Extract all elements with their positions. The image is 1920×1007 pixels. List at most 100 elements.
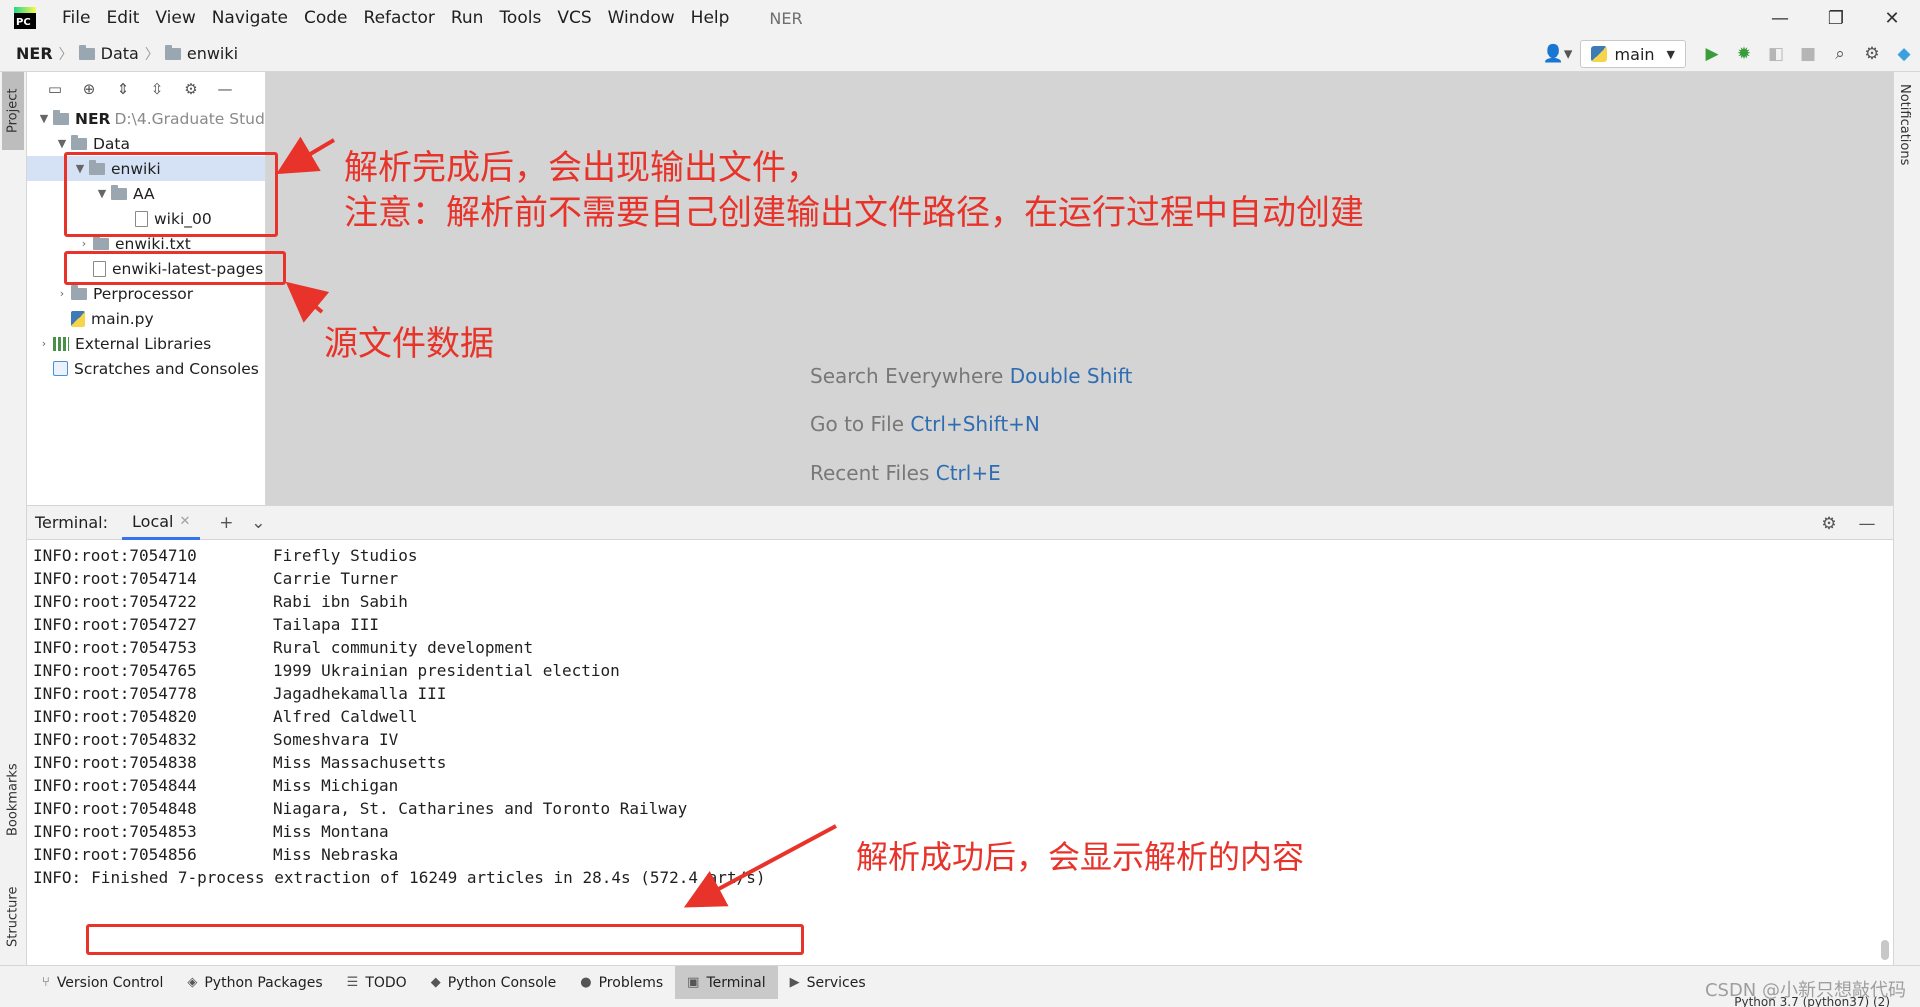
terminal-scrollbar[interactable]: [1881, 940, 1889, 960]
tool-problems[interactable]: ● Problems: [568, 966, 675, 1000]
notifications-tool-tab[interactable]: Notifications: [1897, 84, 1912, 165]
log-title: Miss Nebraska: [273, 844, 399, 864]
annotation-box-source: [64, 251, 286, 285]
debug-icon[interactable]: ✹: [1728, 40, 1760, 68]
tree-label-enwiki-txt: enwiki.txt: [115, 234, 191, 253]
hint-search-everywhere: Search Everywhere Double Shift: [810, 364, 1132, 388]
tool-terminal[interactable]: ▣ Terminal: [675, 965, 778, 1000]
close-tab-icon[interactable]: ✕: [179, 514, 190, 529]
chevron-right-icon[interactable]: ›: [53, 287, 71, 300]
log-title: Firefly Studios: [273, 545, 418, 565]
tool-python-console[interactable]: ◆ Python Console: [419, 966, 569, 1000]
tool-label: Version Control: [56, 974, 164, 991]
log-prefix: INFO:root:7054722: [33, 591, 197, 611]
terminal-output[interactable]: INFO:root:7054710 Firefly Studios INFO:ro…: [27, 540, 1893, 965]
log-title: Alfred Caldwell: [273, 706, 418, 726]
jetbrains-toolbox-icon[interactable]: ◆: [1888, 40, 1920, 68]
log-title: Jagadhekamalla III: [273, 683, 447, 703]
tool-python-packages[interactable]: ◈ Python Packages: [175, 966, 334, 1000]
structure-tool-tab[interactable]: Structure: [2, 872, 24, 962]
settings-gear-icon[interactable]: ⚙: [1856, 40, 1888, 68]
log-final-message: Finished 7-process extraction of 16249 a…: [91, 867, 766, 887]
hint-shortcut: Double Shift: [1009, 364, 1133, 388]
stop-icon[interactable]: ■: [1792, 40, 1824, 68]
hint-text: Go to File: [810, 412, 904, 436]
log-prefix: INFO:root:7054727: [33, 614, 197, 634]
hide-panel-icon[interactable]: —: [1851, 510, 1883, 538]
log-prefix: INFO:root:7054856: [33, 844, 197, 864]
tool-label: Services: [806, 974, 866, 991]
editor-area[interactable]: Search Everywhere Double Shift Go to Fil…: [266, 72, 1893, 505]
breadcrumb-root[interactable]: NER: [10, 44, 59, 63]
log-line: INFO:root:7054838 Miss Massachusetts: [33, 750, 446, 774]
menu-run[interactable]: Run: [443, 8, 492, 28]
menu-vcs[interactable]: VCS: [549, 8, 599, 28]
run-configuration-select[interactable]: main ▼: [1579, 40, 1686, 68]
breadcrumb-data[interactable]: Data: [73, 44, 145, 63]
new-tab-plus-icon[interactable]: +: [210, 509, 242, 537]
log-title: Miss Montana: [273, 821, 389, 841]
tool-todo[interactable]: ☰ TODO: [335, 966, 419, 1000]
run-icon[interactable]: ▶: [1696, 40, 1728, 68]
settings-gear-icon[interactable]: ⚙: [1813, 510, 1845, 538]
log-prefix: INFO:root:7054765: [33, 660, 197, 680]
log-line: INFO:root:7054710 Firefly Studios: [33, 543, 418, 567]
expand-all-icon[interactable]: ⇕: [109, 75, 137, 103]
locate-file-icon[interactable]: ⊕: [75, 75, 103, 103]
log-prefix: INFO:root:7054820: [33, 706, 197, 726]
menu-code[interactable]: Code: [296, 8, 356, 28]
tool-services[interactable]: ▶ Services: [778, 966, 878, 1000]
annotation-box-output: [64, 152, 278, 237]
run-coverage-icon[interactable]: ◧: [1760, 40, 1792, 68]
tree-item-external-libraries[interactable]: › External Libraries: [35, 331, 211, 356]
menu-view[interactable]: View: [147, 8, 203, 28]
menu-file[interactable]: File: [54, 8, 98, 28]
restore-button[interactable]: ❐: [1808, 0, 1864, 36]
chevron-right-icon[interactable]: ›: [35, 337, 53, 350]
tree-item-main-py[interactable]: main.py: [71, 306, 154, 331]
tree-item-ner[interactable]: ▼ NER D:\4.Graduate Stude: [35, 106, 265, 131]
chevron-right-icon[interactable]: ›: [75, 237, 93, 250]
terminal-tab-local[interactable]: Local ✕: [122, 505, 201, 540]
annotation-note-output-line1: 解析完成后，会出现输出文件，: [344, 148, 820, 188]
annotation-note-source: 源文件数据: [324, 324, 494, 364]
toolbar-right: 👤▾ main ▼ ▶ ✹ ◧ ■ ⌕ ⚙ ◆: [1542, 36, 1920, 72]
left-tool-stripe: Project Bookmarks Structure: [0, 72, 27, 965]
scratches-icon: [53, 361, 68, 376]
search-icon[interactable]: ⌕: [1824, 40, 1856, 68]
run-config-label: main: [1614, 44, 1655, 64]
collapse-all-icon[interactable]: ⇳: [143, 75, 171, 103]
status-interpreter[interactable]: Python 3.7 (python37) (2): [1734, 995, 1890, 1007]
menu-help[interactable]: Help: [683, 8, 738, 28]
menu-tools[interactable]: Tools: [491, 8, 549, 28]
chevron-down-icon[interactable]: ▼: [35, 112, 53, 125]
bookmarks-tool-tab[interactable]: Bookmarks: [2, 752, 24, 847]
close-button[interactable]: ✕: [1864, 0, 1920, 36]
breadcrumb-enwiki[interactable]: enwiki: [159, 44, 244, 63]
tool-version-control[interactable]: ⑂ Version Control: [30, 966, 175, 1000]
options-gear-icon[interactable]: ⚙: [177, 75, 205, 103]
project-tool-tab[interactable]: Project: [2, 72, 24, 150]
chevron-down-icon[interactable]: ▼: [53, 137, 71, 150]
user-account-icon[interactable]: 👤▾: [1542, 40, 1574, 68]
menu-edit[interactable]: Edit: [98, 8, 147, 28]
breadcrumb-enwiki-label: enwiki: [186, 44, 239, 63]
menu-navigate[interactable]: Navigate: [204, 8, 296, 28]
hide-panel-icon[interactable]: —: [211, 75, 239, 103]
python-console-icon: ◆: [430, 975, 441, 990]
menu-refactor[interactable]: Refactor: [356, 8, 443, 28]
chevron-down-icon[interactable]: ⌄: [242, 509, 274, 537]
menu-window[interactable]: Window: [600, 8, 683, 28]
tool-label: Terminal: [706, 974, 766, 991]
minimize-button[interactable]: —: [1752, 0, 1808, 36]
tool-label: Python Console: [447, 974, 557, 991]
project-view-icon[interactable]: ▭: [41, 75, 69, 103]
tree-item-scratches[interactable]: Scratches and Consoles: [53, 356, 259, 381]
folder-icon: [71, 134, 87, 150]
hint-text: Recent Files: [810, 461, 930, 485]
todo-list-icon: ☰: [346, 975, 359, 990]
breadcrumb-separator: 〉: [58, 46, 73, 63]
log-line-final: INFO: Finished 7-process extraction of 16…: [33, 865, 765, 889]
annotation-note-result: 解析成功后，会显示解析的内容: [856, 838, 1305, 876]
log-title: Rabi ibn Sabih: [273, 591, 408, 611]
